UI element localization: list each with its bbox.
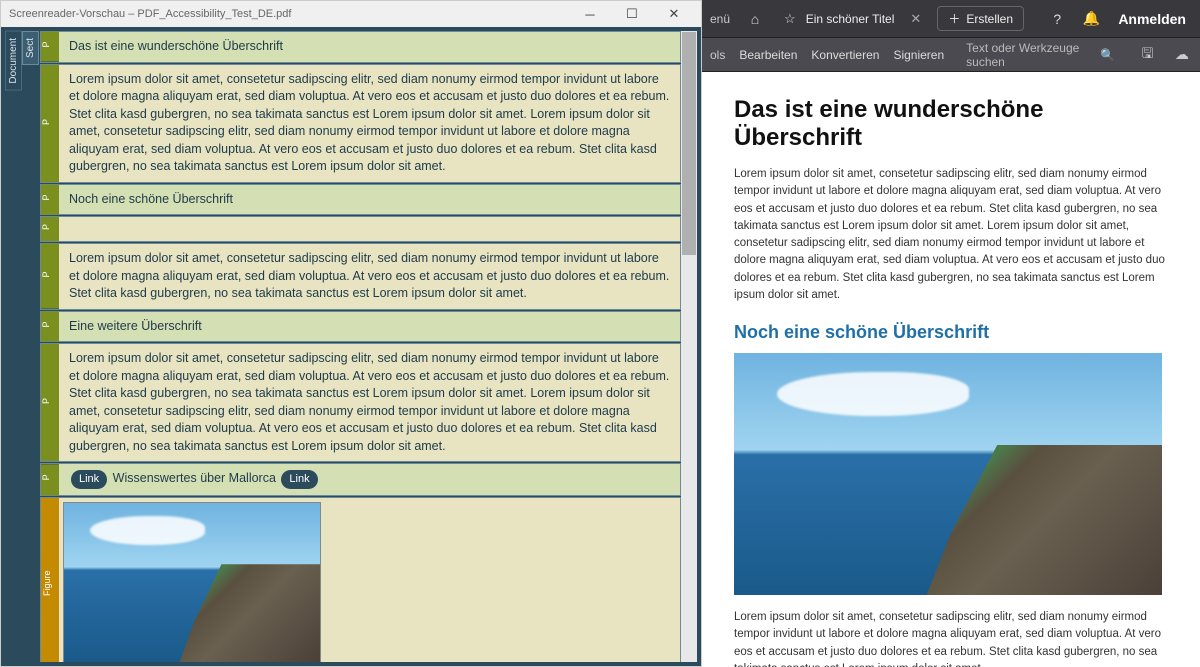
- structure-row[interactable]: P Noch eine schöne Überschrift: [40, 184, 681, 216]
- structure-row[interactable]: P Lorem ipsum dolor sit amet, consetetur…: [40, 64, 681, 183]
- top-toolbar: enü ⌂ ☆ Ein schöner Titel ✕ ＋ Erstellen …: [702, 0, 1200, 38]
- vertical-scrollbar[interactable]: [681, 31, 697, 662]
- save-icon[interactable]: 🖫: [1137, 43, 1157, 67]
- structure-row[interactable]: P Eine weitere Überschrift: [40, 311, 681, 343]
- structure-content[interactable]: P Das ist eine wunderschöne Überschrift …: [39, 31, 681, 662]
- structure-row-figure[interactable]: Figure: [40, 497, 681, 662]
- tag-label: P: [41, 217, 59, 241]
- figure-thumbnail: [63, 502, 321, 662]
- figure-cell: [59, 498, 680, 662]
- search-placeholder: Text oder Werkzeuge suchen: [966, 41, 1094, 69]
- scrollbar-thumb[interactable]: [682, 32, 696, 255]
- row-text: Lorem ipsum dolor sit amet, consetetur s…: [59, 65, 680, 182]
- tag-label: P: [41, 344, 59, 461]
- structure-rail: Document: [5, 31, 22, 662]
- edit-menu[interactable]: Bearbeiten: [739, 48, 797, 62]
- pdf-reader-panel: enü ⌂ ☆ Ein schöner Titel ✕ ＋ Erstellen …: [702, 0, 1200, 667]
- row-text: Noch eine schöne Überschrift: [59, 185, 680, 215]
- close-tab-icon[interactable]: ✕: [910, 11, 921, 27]
- tag-label: P: [41, 464, 59, 495]
- row-text: Lorem ipsum dolor sit amet, consetetur s…: [59, 244, 680, 309]
- tag-label: P: [41, 244, 59, 309]
- help-icon[interactable]: ?: [1044, 6, 1070, 32]
- row-text: Lorem ipsum dolor sit amet, consetetur s…: [59, 344, 680, 461]
- window-title: Screenreader-Vorschau – PDF_Accessibilit…: [9, 8, 571, 20]
- row-text: Link Wissenswertes über Mallorca Link: [59, 464, 680, 495]
- signin-button[interactable]: Anmelden: [1112, 11, 1192, 27]
- sect-tag[interactable]: Sect: [22, 31, 39, 65]
- doc-paragraph: Lorem ipsum dolor sit amet, consetetur s…: [734, 609, 1168, 667]
- structure-row[interactable]: P: [40, 216, 681, 242]
- maximize-button[interactable]: ☐: [613, 3, 651, 25]
- structure-row-link[interactable]: P Link Wissenswertes über Mallorca Link: [40, 463, 681, 496]
- tab-title: Ein schöner Titel: [806, 12, 895, 26]
- tag-label-figure: Figure: [41, 498, 59, 662]
- doc-h1: Das ist eine wunderschöne Überschrift: [734, 96, 1168, 152]
- create-button[interactable]: ＋ Erstellen: [937, 6, 1024, 31]
- row-text: [59, 217, 680, 241]
- link-pill: Link: [71, 470, 107, 489]
- bell-icon[interactable]: 🔔: [1078, 6, 1104, 32]
- tag-label: P: [41, 312, 59, 342]
- window-titlebar: Screenreader-Vorschau – PDF_Accessibilit…: [1, 1, 701, 27]
- doc-image: [734, 353, 1162, 595]
- sign-menu[interactable]: Signieren: [893, 48, 944, 62]
- tag-label: P: [41, 32, 59, 62]
- screenreader-preview-window: Screenreader-Vorschau – PDF_Accessibilit…: [0, 0, 702, 667]
- cloud-upload-icon[interactable]: ☁: [1172, 43, 1192, 67]
- link-pill: Link: [281, 470, 317, 489]
- tools-menu-cut[interactable]: ols: [710, 48, 725, 62]
- menu-button-cut[interactable]: enü: [710, 12, 734, 26]
- search-icon: 🔍: [1100, 48, 1115, 62]
- doc-h2: Noch eine schöne Überschrift: [734, 322, 1168, 343]
- doc-paragraph: Lorem ipsum dolor sit amet, consetetur s…: [734, 166, 1168, 304]
- minimize-button[interactable]: ─: [571, 3, 609, 25]
- link-text: Wissenswertes über Mallorca: [113, 471, 276, 485]
- structure-row[interactable]: P Lorem ipsum dolor sit amet, consetetur…: [40, 243, 681, 310]
- home-icon[interactable]: ⌂: [742, 6, 768, 32]
- structure-row[interactable]: P Lorem ipsum dolor sit amet, consetetur…: [40, 343, 681, 462]
- sub-toolbar: ols Bearbeiten Konvertieren Signieren Te…: [702, 38, 1200, 72]
- tag-label: P: [41, 185, 59, 215]
- plus-icon: ＋: [948, 10, 960, 27]
- star-icon[interactable]: ☆: [784, 11, 796, 27]
- row-text: Das ist eine wunderschöne Überschrift: [59, 32, 680, 62]
- search-field[interactable]: Text oder Werkzeuge suchen 🔍: [958, 38, 1123, 72]
- row-text: Eine weitere Überschrift: [59, 312, 680, 342]
- document-tab[interactable]: ☆ Ein schöner Titel ✕: [776, 7, 929, 31]
- tag-label: P: [41, 65, 59, 182]
- structure-row[interactable]: P Das ist eine wunderschöne Überschrift: [40, 31, 681, 63]
- document-area[interactable]: Das ist eine wunderschöne Überschrift Lo…: [702, 72, 1200, 667]
- close-button[interactable]: ✕: [655, 3, 693, 25]
- document-tag[interactable]: Document: [5, 31, 22, 91]
- convert-menu[interactable]: Konvertieren: [811, 48, 879, 62]
